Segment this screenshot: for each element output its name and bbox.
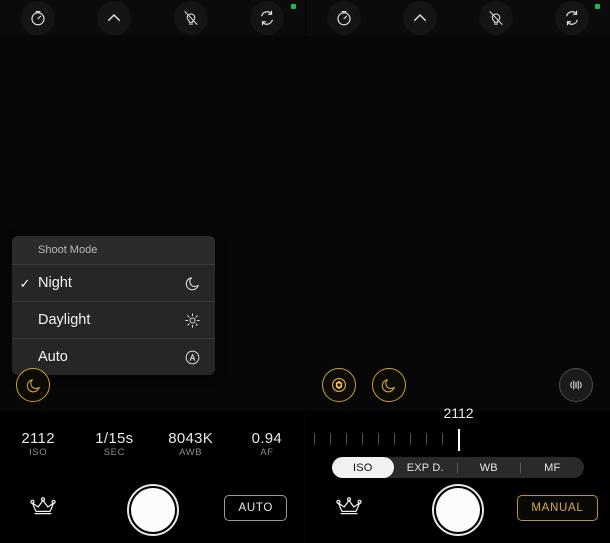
- shoot-mode-item-daylight[interactable]: Daylight: [12, 302, 215, 339]
- shoot-mode-menu-header: Shoot Mode: [12, 236, 215, 265]
- manual-mode-panel: 2112 ISO EXP D. WB MF MANUAL: [304, 0, 610, 543]
- ruler-tick: [361, 433, 363, 445]
- sun-icon: [181, 312, 203, 329]
- manual-mode-button[interactable]: MANUAL: [517, 495, 598, 521]
- camera-privacy-indicator: [595, 4, 600, 9]
- exif-shutter: 1/15s SEC: [76, 430, 152, 459]
- tab-exp-d[interactable]: EXP D.: [394, 457, 457, 478]
- auto-mode-button[interactable]: AUTO: [224, 495, 287, 521]
- parameter-tabs: ISO EXP D. WB MF: [331, 457, 584, 478]
- shoot-mode-menu: Shoot Mode ✓ Night Daylight Auto: [12, 236, 215, 375]
- exif-awb-value: 8043K: [168, 430, 214, 447]
- timer-icon[interactable]: [326, 1, 361, 35]
- timer-icon[interactable]: [21, 1, 56, 35]
- chevron-up-icon[interactable]: [97, 1, 132, 35]
- chevron-up-icon[interactable]: [402, 1, 437, 35]
- top-toolbar: [305, 0, 610, 36]
- exif-shutter-label: SEC: [103, 447, 126, 458]
- night-mode-toggle[interactable]: [371, 368, 406, 402]
- shutter-button[interactable]: [126, 484, 179, 536]
- exif-iso-value: 2112: [21, 430, 55, 447]
- stabilization-button[interactable]: [558, 368, 593, 402]
- exif-af-value: 0.94: [251, 430, 283, 447]
- camera-comparison-screenshot: Shoot Mode ✓ Night Daylight Auto 2112 IS…: [0, 0, 610, 543]
- slider-ruler[interactable]: [306, 429, 610, 451]
- ruler-tick: [441, 433, 443, 445]
- exif-iso: 2112 ISO: [0, 430, 76, 459]
- shutter-button-inner: [130, 488, 175, 532]
- tab-iso[interactable]: ISO: [331, 457, 394, 478]
- ruler-tick: [393, 433, 395, 445]
- tab-wb[interactable]: WB: [458, 457, 521, 478]
- exif-awb-label: AWB: [179, 447, 203, 458]
- ruler-tick-active[interactable]: [457, 429, 460, 451]
- top-toolbar: [0, 0, 305, 36]
- ruler-tick: [377, 433, 379, 445]
- ruler-tick: [425, 433, 427, 445]
- shoot-mode-label-night: Night: [38, 275, 72, 291]
- exif-af: 0.94 AF: [229, 430, 305, 459]
- flash-off-icon[interactable]: [479, 1, 514, 35]
- exif-readout: 2112 ISO 1/15s SEC 8043K AWB 0.94 AF: [0, 430, 305, 459]
- bottom-control-bar: MANUAL: [305, 478, 610, 543]
- shoot-mode-item-night[interactable]: ✓ Night: [12, 265, 215, 302]
- mode-circle-row: [0, 366, 305, 408]
- exif-iso-label: ISO: [29, 447, 48, 458]
- shoot-mode-label-daylight: Daylight: [38, 312, 91, 328]
- exif-shutter-value: 1/15s: [95, 430, 134, 447]
- shutter-button[interactable]: [432, 484, 484, 536]
- crown-icon[interactable]: [330, 492, 368, 522]
- exif-awb: 8043K AWB: [153, 430, 229, 459]
- mode-circle-row: [306, 366, 610, 408]
- check-icon: ✓: [19, 275, 31, 291]
- auto-circle-icon: [181, 349, 203, 366]
- parameter-slider[interactable]: 2112: [306, 405, 610, 453]
- ruler-tick: [313, 433, 315, 445]
- exif-af-label: AF: [260, 447, 274, 458]
- flash-off-icon[interactable]: [173, 1, 208, 35]
- ruler-tick: [329, 433, 331, 445]
- crown-icon[interactable]: [24, 492, 62, 522]
- aperture-mode-button[interactable]: [321, 368, 356, 402]
- switch-camera-icon[interactable]: [249, 1, 284, 35]
- shoot-mode-label-auto: Auto: [38, 349, 68, 365]
- auto-mode-panel: Shoot Mode ✓ Night Daylight Auto 2112 IS…: [0, 0, 305, 543]
- ruler-tick: [409, 433, 411, 445]
- shutter-button-inner: [436, 488, 480, 532]
- night-mode-toggle[interactable]: [16, 368, 50, 402]
- bottom-control-bar: AUTO: [0, 478, 305, 543]
- moon-icon: [181, 275, 203, 292]
- camera-privacy-indicator: [291, 4, 296, 9]
- tab-mf[interactable]: MF: [521, 457, 584, 478]
- switch-camera-icon[interactable]: [555, 1, 590, 35]
- ruler-tick: [345, 433, 347, 445]
- slider-value-label: 2112: [443, 405, 474, 421]
- viewfinder-preview[interactable]: [305, 36, 610, 411]
